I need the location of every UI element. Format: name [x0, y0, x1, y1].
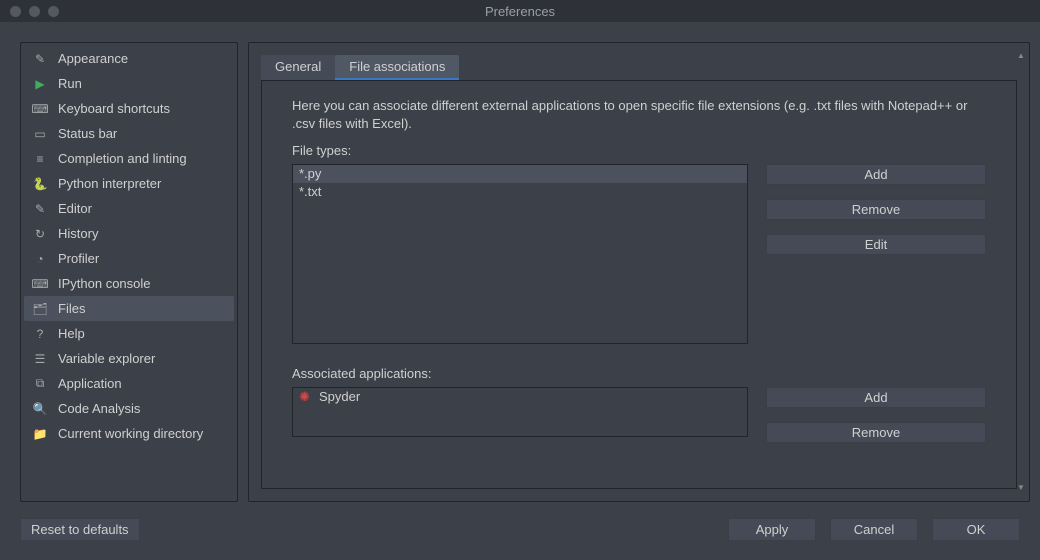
scroll-down-icon: ▼ — [1015, 483, 1027, 493]
sidebar-item-label: Variable explorer — [58, 351, 155, 366]
titlebar: Preferences — [0, 0, 1040, 22]
current-working-directory-icon: 📁 — [32, 427, 48, 441]
sidebar-item-help[interactable]: ? Help — [24, 321, 234, 346]
assoc-apps-label: Associated applications: — [292, 366, 986, 381]
tab-file-associations[interactable]: File associations — [335, 55, 459, 80]
add-app-button[interactable]: Add — [766, 387, 986, 408]
variable-explorer-icon: ☰ — [32, 352, 48, 366]
sidebar-item-label: Status bar — [58, 126, 117, 141]
sidebar-item-label: Python interpreter — [58, 176, 161, 191]
sidebar-item-ipython-console[interactable]: ⌨ IPython console — [24, 271, 234, 296]
sidebar-item-completion-and-linting[interactable]: ≡ Completion and linting — [24, 146, 234, 171]
sidebar-item-current-working-directory[interactable]: 📁 Current working directory — [24, 421, 234, 446]
help-icon: ? — [32, 327, 48, 341]
files-icon: 🗂 — [32, 302, 48, 316]
appearance-icon: ✎ — [32, 52, 48, 66]
file-types-buttons: Add Remove Edit — [766, 164, 986, 344]
sidebar-item-label: Current working directory — [58, 426, 203, 441]
tab-general[interactable]: General — [261, 55, 335, 80]
filetype-item[interactable]: *.txt — [293, 183, 747, 201]
panel-description: Here you can associate different externa… — [292, 97, 986, 133]
app-item[interactable]: ✺Spyder — [293, 388, 747, 406]
completion-and-linting-icon: ≡ — [32, 152, 48, 166]
detail-pane: GeneralFile associations Here you can as… — [248, 42, 1030, 502]
sidebar-item-label: Code Analysis — [58, 401, 140, 416]
cancel-button[interactable]: Cancel — [830, 518, 918, 541]
sidebar-item-variable-explorer[interactable]: ☰ Variable explorer — [24, 346, 234, 371]
content-area: ✎ Appearance ▶ Run ⌨ Keyboard shortcuts ▭ Statu… — [0, 22, 1040, 512]
editor-icon: ✎ — [32, 202, 48, 216]
sidebar-item-status-bar[interactable]: ▭ Status bar — [24, 121, 234, 146]
python-interpreter-icon: 🐍 — [32, 177, 48, 191]
code-analysis-icon: 🔍 — [32, 402, 48, 416]
sidebar-item-label: Application — [58, 376, 122, 391]
sidebar-item-label: Editor — [58, 201, 92, 216]
apply-button[interactable]: Apply — [728, 518, 816, 541]
sidebar-item-label: Help — [58, 326, 85, 341]
footer: Reset to defaults Apply Cancel OK — [0, 512, 1040, 551]
reset-defaults-button[interactable]: Reset to defaults — [20, 518, 140, 541]
assoc-apps-list[interactable]: ✺Spyder — [292, 387, 748, 437]
sidebar-item-history[interactable]: ↻ History — [24, 221, 234, 246]
remove-filetype-button[interactable]: Remove — [766, 199, 986, 220]
keyboard-shortcuts-icon: ⌨ — [32, 102, 48, 116]
file-associations-panel: Here you can associate different externa… — [261, 80, 1017, 489]
filetype-item[interactable]: *.py — [293, 165, 747, 183]
sidebar-item-editor[interactable]: ✎ Editor — [24, 196, 234, 221]
file-types-list[interactable]: *.py*.txt — [292, 164, 748, 344]
sidebar-item-profiler[interactable]: ◔ Profiler — [24, 246, 234, 271]
ok-button[interactable]: OK — [932, 518, 1020, 541]
sidebar-item-run[interactable]: ▶ Run — [24, 71, 234, 96]
spyder-icon: ✺ — [299, 388, 313, 406]
run-icon: ▶ — [32, 77, 48, 91]
sidebar-item-appearance[interactable]: ✎ Appearance — [24, 46, 234, 71]
sidebar-item-files[interactable]: 🗂 Files — [24, 296, 234, 321]
add-filetype-button[interactable]: Add — [766, 164, 986, 185]
sidebar-item-keyboard-shortcuts[interactable]: ⌨ Keyboard shortcuts — [24, 96, 234, 121]
scroll-up-icon: ▲ — [1015, 51, 1027, 61]
edit-filetype-button[interactable]: Edit — [766, 234, 986, 255]
sidebar-item-label: IPython console — [58, 276, 151, 291]
sidebar-item-python-interpreter[interactable]: 🐍 Python interpreter — [24, 171, 234, 196]
sidebar-item-application[interactable]: ⧉ Application — [24, 371, 234, 396]
assoc-apps-buttons: Add Remove — [766, 387, 986, 443]
status-bar-icon: ▭ — [32, 127, 48, 141]
sidebar-item-label: Appearance — [58, 51, 128, 66]
file-types-label: File types: — [292, 143, 986, 158]
ipython-console-icon: ⌨ — [32, 277, 48, 291]
sidebar-item-label: History — [58, 226, 98, 241]
sidebar-item-label: Run — [58, 76, 82, 91]
preferences-sidebar: ✎ Appearance ▶ Run ⌨ Keyboard shortcuts ▭ Statu… — [20, 42, 238, 502]
sidebar-item-label: Keyboard shortcuts — [58, 101, 170, 116]
application-icon: ⧉ — [32, 376, 48, 391]
sidebar-item-label: Completion and linting — [58, 151, 187, 166]
window-title: Preferences — [0, 4, 1040, 19]
sidebar-item-code-analysis[interactable]: 🔍 Code Analysis — [24, 396, 234, 421]
history-icon: ↻ — [32, 227, 48, 241]
remove-app-button[interactable]: Remove — [766, 422, 986, 443]
sidebar-item-label: Files — [58, 301, 85, 316]
detail-scrollbar[interactable]: ▲ ▼ — [1015, 51, 1027, 493]
profiler-icon: ◔ — [32, 252, 48, 266]
tabs: GeneralFile associations — [249, 43, 1029, 80]
sidebar-item-label: Profiler — [58, 251, 99, 266]
